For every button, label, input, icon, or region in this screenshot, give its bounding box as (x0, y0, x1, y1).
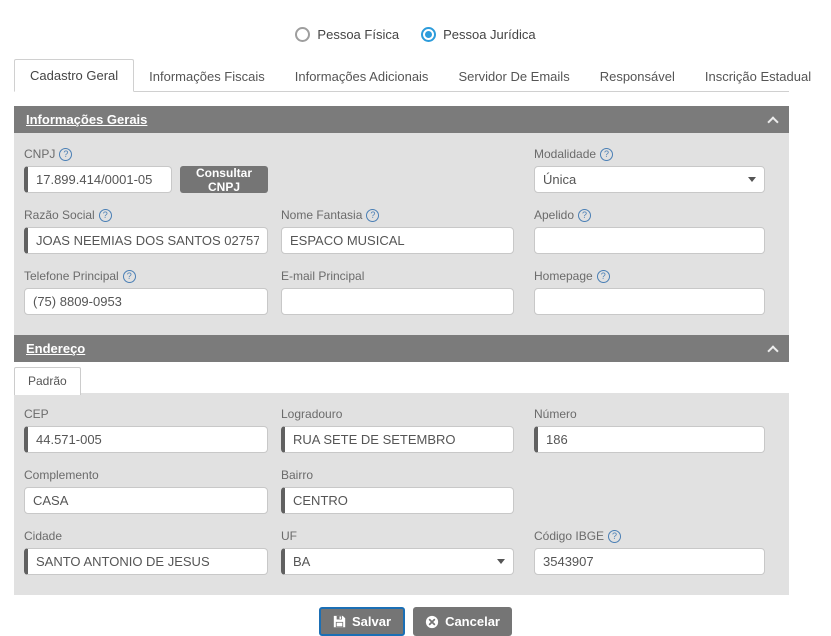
help-icon[interactable]: ? (600, 148, 613, 161)
complemento-input[interactable] (24, 487, 268, 514)
circle-x-icon (425, 615, 439, 629)
section-header-endereco[interactable]: Endereço (14, 335, 789, 362)
uf-select[interactable]: BA (281, 548, 514, 575)
logradouro-input[interactable] (281, 426, 514, 453)
radio-checked-icon[interactable] (421, 27, 436, 42)
address-panel: CEP Logradouro Número Complemento Bai (14, 393, 789, 595)
bairro-label: Bairro (281, 468, 313, 482)
tab-informacoes-fiscais[interactable]: Informações Fiscais (134, 61, 280, 92)
help-icon[interactable]: ? (608, 530, 621, 543)
person-type-group: Pessoa Física Pessoa Jurídica (0, 0, 831, 44)
section-title: Endereço (26, 341, 85, 356)
field-razao-social: Razão Social ? (24, 208, 268, 254)
modalidade-label: Modalidade (534, 147, 596, 161)
codigo-ibge-input[interactable] (534, 548, 765, 575)
email-principal-input[interactable] (281, 288, 514, 315)
cancel-button[interactable]: Cancelar (413, 607, 512, 636)
nome-fantasia-input[interactable] (281, 227, 514, 254)
help-icon[interactable]: ? (59, 148, 72, 161)
field-numero: Número (534, 407, 765, 453)
field-complemento: Complemento (24, 468, 268, 514)
logradouro-label: Logradouro (281, 407, 342, 421)
homepage-input[interactable] (534, 288, 765, 315)
address-subtab-strip: Padrão (14, 362, 789, 393)
complemento-label: Complemento (24, 468, 99, 482)
field-modalidade: Modalidade ? Única (534, 147, 765, 193)
tab-informacoes-adicionais[interactable]: Informações Adicionais (280, 61, 444, 92)
chevron-down-icon (497, 559, 505, 564)
field-telefone-principal: Telefone Principal ? (24, 269, 268, 315)
radio-pessoa-fisica-label: Pessoa Física (317, 27, 399, 42)
telefone-principal-input[interactable] (24, 288, 268, 315)
cancel-button-label: Cancelar (445, 614, 500, 629)
save-button[interactable]: Salvar (319, 607, 405, 636)
save-button-label: Salvar (352, 614, 391, 629)
numero-input[interactable] (534, 426, 765, 453)
tab-servidor-de-emails[interactable]: Servidor De Emails (443, 61, 584, 92)
email-principal-label: E-mail Principal (281, 269, 364, 283)
apelido-label: Apelido (534, 208, 574, 222)
field-apelido: Apelido ? (534, 208, 765, 254)
cep-input[interactable] (24, 426, 268, 453)
uf-label: UF (281, 529, 297, 543)
form-actions: Salvar Cancelar (0, 607, 831, 636)
chevron-down-icon (748, 177, 756, 182)
main-tabbar: Cadastro Geral Informações Fiscais Infor… (14, 58, 789, 92)
field-uf: UF BA (281, 529, 514, 575)
field-cidade: Cidade (24, 529, 268, 575)
radio-unchecked-icon[interactable] (295, 27, 310, 42)
subtab-padrao[interactable]: Padrão (14, 367, 81, 395)
cep-label: CEP (24, 407, 49, 421)
cnpj-input[interactable] (24, 166, 172, 193)
apelido-input[interactable] (534, 227, 765, 254)
uf-value: BA (293, 554, 310, 569)
razao-social-input[interactable] (24, 227, 268, 254)
help-icon[interactable]: ? (366, 209, 379, 222)
cidade-label: Cidade (24, 529, 62, 543)
bairro-input[interactable] (281, 487, 514, 514)
cidade-input[interactable] (24, 548, 268, 575)
field-cep: CEP (24, 407, 268, 453)
section-title: Informações Gerais (26, 112, 147, 127)
codigo-ibge-label: Código IBGE (534, 529, 604, 543)
help-icon[interactable]: ? (578, 209, 591, 222)
general-panel: CNPJ ? Consultar CNPJ Modalidade ? Única… (14, 133, 789, 335)
floppy-disk-icon (333, 615, 346, 628)
help-icon[interactable]: ? (99, 209, 112, 222)
modalidade-value: Única (543, 172, 576, 187)
help-icon[interactable]: ? (597, 270, 610, 283)
radio-pessoa-fisica[interactable]: Pessoa Física (295, 27, 399, 42)
section-header-informacoes-gerais[interactable]: Informações Gerais (14, 106, 789, 133)
field-codigo-ibge: Código IBGE ? (534, 529, 765, 575)
help-icon[interactable]: ? (123, 270, 136, 283)
radio-pessoa-juridica[interactable]: Pessoa Jurídica (421, 27, 536, 42)
cnpj-label: CNPJ (24, 147, 55, 161)
telefone-principal-label: Telefone Principal (24, 269, 119, 283)
field-nome-fantasia: Nome Fantasia ? (281, 208, 514, 254)
modalidade-select[interactable]: Única (534, 166, 765, 193)
field-cnpj: CNPJ ? Consultar CNPJ (24, 147, 268, 193)
field-email-principal: E-mail Principal (281, 269, 514, 315)
radio-pessoa-juridica-label: Pessoa Jurídica (443, 27, 536, 42)
numero-label: Número (534, 407, 577, 421)
field-homepage: Homepage ? (534, 269, 765, 315)
field-bairro: Bairro (281, 468, 514, 514)
tab-inscricao-estadual[interactable]: Inscrição Estadual (690, 61, 826, 92)
homepage-label: Homepage (534, 269, 593, 283)
razao-social-label: Razão Social (24, 208, 95, 222)
nome-fantasia-label: Nome Fantasia (281, 208, 362, 222)
chevron-up-icon[interactable] (767, 116, 778, 127)
consultar-cnpj-button[interactable]: Consultar CNPJ (180, 166, 268, 193)
tab-responsavel[interactable]: Responsável (585, 61, 690, 92)
field-logradouro: Logradouro (281, 407, 514, 453)
chevron-up-icon[interactable] (767, 345, 778, 356)
tab-cadastro-geral[interactable]: Cadastro Geral (14, 59, 134, 92)
